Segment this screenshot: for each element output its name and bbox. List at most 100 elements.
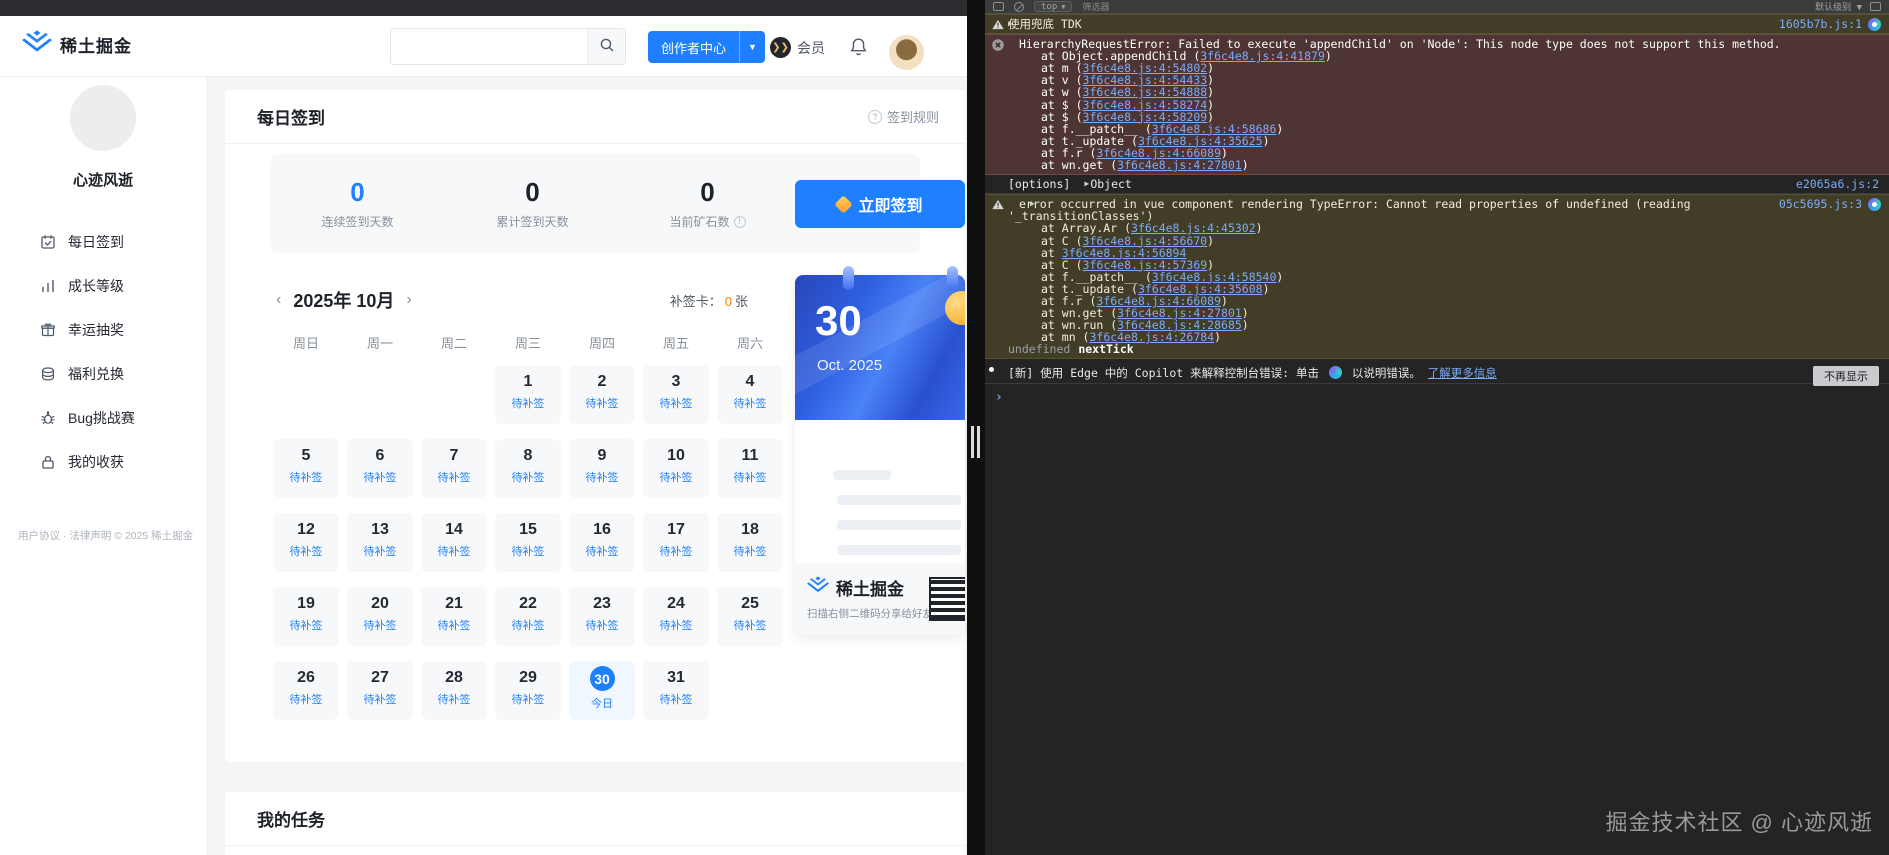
object-preview[interactable]: Object bbox=[1090, 177, 1132, 191]
calendar-day-cell[interactable]: 6 待补签 bbox=[347, 439, 413, 498]
sidebar-item-幸运抽奖[interactable]: 幸运抽奖 bbox=[0, 308, 206, 352]
today-day-number: 30 bbox=[590, 666, 615, 691]
day-number: 16 bbox=[569, 521, 635, 539]
console-source-link[interactable]: 05c5695.js:3 bbox=[1779, 198, 1862, 210]
weekday-label: 周六 bbox=[717, 333, 783, 352]
console-source-link[interactable]: 1605b7b.js:1 bbox=[1779, 18, 1862, 30]
sidebar-item-Bug挑战赛[interactable]: Bug挑战赛 bbox=[0, 396, 206, 440]
makeup-card-unit: 张 bbox=[735, 294, 748, 309]
learn-more-link[interactable]: 了解更多信息 bbox=[1428, 366, 1497, 380]
sidebar-footer-links[interactable]: 用户协议 · 法律声明 © 2025 稀土掘金 bbox=[18, 528, 196, 543]
log-level-selector[interactable]: 默认级别 ▼ bbox=[1815, 0, 1862, 13]
calendar-day-cell[interactable]: 22待补签 bbox=[495, 587, 561, 646]
signin-stat: 0累计签到天数 bbox=[445, 177, 620, 230]
day-status-label: 待补签 bbox=[495, 469, 561, 485]
copilot-explain-icon[interactable] bbox=[1868, 18, 1881, 31]
devtools-console-pane: top ▼ 筛选器 默认级别 ▼ ▶使用兜底 TDK1605b7b.js:1Hi… bbox=[985, 0, 1889, 855]
day-number: 3 bbox=[643, 373, 709, 391]
creator-center-label[interactable]: 创作者中心 bbox=[648, 31, 739, 63]
stack-frame-text: ) bbox=[1214, 330, 1221, 344]
expand-arrow-icon[interactable]: ▶ bbox=[1084, 178, 1089, 190]
creator-center-dropdown[interactable]: ▼ bbox=[739, 31, 765, 63]
calendar-day-today[interactable]: 30今日 bbox=[569, 661, 635, 720]
day-number: 1 bbox=[495, 373, 561, 391]
search-button[interactable] bbox=[587, 29, 625, 64]
juejin-logo[interactable]: 稀土掘金 bbox=[22, 30, 132, 59]
sidebar-item-每日签到[interactable]: 每日签到 bbox=[0, 220, 206, 264]
sidebar-item-label: Bug挑战赛 bbox=[68, 408, 135, 428]
calendar-day-cell[interactable]: 7待补签 bbox=[421, 439, 487, 498]
calendar-day-cell[interactable]: 9待补签 bbox=[569, 439, 635, 498]
calendar-day-cell[interactable]: 23待补签 bbox=[569, 587, 635, 646]
signin-now-button[interactable]: 立即签到 bbox=[795, 180, 965, 228]
calendar-day-cell[interactable]: 3待补签 bbox=[643, 365, 709, 424]
calendar-day-cell[interactable]: 12待补签 bbox=[273, 513, 339, 572]
settings-icon[interactable] bbox=[1870, 2, 1881, 11]
weekday-label: 周日 bbox=[273, 333, 339, 352]
calendar-empty-cell bbox=[273, 365, 339, 424]
calendar-day-cell[interactable]: 8待补签 bbox=[495, 439, 561, 498]
day-status-label: 待补签 bbox=[495, 543, 561, 559]
next-tick-label: nextTick bbox=[1078, 342, 1133, 356]
stat-label: 连续签到天数 bbox=[270, 213, 445, 230]
console-prompt[interactable]: › bbox=[985, 384, 1889, 404]
calendar-day-cell[interactable]: 29待补签 bbox=[495, 661, 561, 720]
calendar-day-cell[interactable]: 19待补签 bbox=[273, 587, 339, 646]
sidebar-item-我的收获[interactable]: 我的收获 bbox=[0, 440, 206, 484]
calendar-day-cell[interactable]: 17待补签 bbox=[643, 513, 709, 572]
calendar-day-cell[interactable]: 4待补签 bbox=[717, 365, 783, 424]
expand-arrow-icon[interactable]: ▶ bbox=[1008, 18, 1013, 30]
sidebar-item-成长等级[interactable]: 成长等级 bbox=[0, 264, 206, 308]
day-number: 27 bbox=[347, 669, 413, 687]
user-avatar[interactable] bbox=[889, 35, 924, 70]
console-warning-entry: ▶使用兜底 TDK1605b7b.js:1 bbox=[985, 14, 1889, 34]
calendar-prev-icon[interactable]: ‹ bbox=[270, 291, 287, 309]
source-file-link[interactable]: 3f6c4e8.js:4:27801 bbox=[1117, 158, 1242, 172]
calendar-day-cell[interactable]: 13待补签 bbox=[347, 513, 413, 572]
expand-arrow-icon[interactable]: ▶ bbox=[1019, 198, 1035, 210]
calendar-day-cell[interactable]: 24待补签 bbox=[643, 587, 709, 646]
calendar-next-icon[interactable]: › bbox=[400, 291, 417, 309]
clear-console-icon[interactable] bbox=[1014, 2, 1024, 12]
day-number: 21 bbox=[421, 595, 487, 613]
calendar-day-cell[interactable]: 18待补签 bbox=[717, 513, 783, 572]
day-status-label: 待补签 bbox=[347, 469, 413, 485]
search-input[interactable] bbox=[391, 29, 587, 64]
stack-frame-text: ) bbox=[1263, 282, 1270, 296]
console-source-link[interactable]: e2065a6.js:2 bbox=[1796, 178, 1879, 190]
copilot-explain-icon[interactable] bbox=[1329, 366, 1342, 379]
calendar-day-cell[interactable]: 27待补签 bbox=[347, 661, 413, 720]
filter-input[interactable]: 筛选器 bbox=[1082, 0, 1109, 13]
notification-bell-icon[interactable] bbox=[849, 37, 868, 62]
calendar-day-cell[interactable]: 16待补签 bbox=[569, 513, 635, 572]
weekday-label: 周二 bbox=[421, 333, 487, 352]
context-selector[interactable]: top ▼ bbox=[1034, 1, 1072, 12]
splitter-drag-handle[interactable] bbox=[971, 426, 980, 458]
warning-triangle-icon bbox=[992, 19, 1004, 32]
calendar-day-cell[interactable]: 20待补签 bbox=[347, 587, 413, 646]
warning-tail-line: undefinednextTick bbox=[1008, 343, 1881, 355]
sidebar-item-福利兑换[interactable]: 福利兑换 bbox=[0, 352, 206, 396]
calendar-day-cell[interactable]: 31待补签 bbox=[643, 661, 709, 720]
calendar-day-cell[interactable]: 1待补签 bbox=[495, 365, 561, 424]
calendar-day-cell[interactable]: 15待补签 bbox=[495, 513, 561, 572]
signin-rules-link[interactable]: ? 签到规则 bbox=[868, 107, 939, 126]
console-panel-icon[interactable] bbox=[993, 2, 1004, 11]
juejin-logo-icon bbox=[22, 30, 52, 59]
calendar-day-cell[interactable]: 5待补签 bbox=[273, 439, 339, 498]
calendar-day-cell[interactable]: 2待补签 bbox=[569, 365, 635, 424]
member-link[interactable]: ❯❯ 会员 bbox=[770, 37, 825, 58]
log-label-text: [options] bbox=[1008, 177, 1070, 191]
calendar-day-cell[interactable]: 10待补签 bbox=[643, 439, 709, 498]
day-number: 6 bbox=[347, 447, 413, 465]
placeholder-bar bbox=[837, 545, 961, 555]
info-circle-icon[interactable]: ! bbox=[734, 216, 746, 228]
profile-avatar[interactable] bbox=[70, 85, 136, 151]
calendar-day-cell[interactable]: 14待补签 bbox=[421, 513, 487, 572]
calendar-day-cell[interactable]: 21待补签 bbox=[421, 587, 487, 646]
calendar-day-cell[interactable]: 11待补签 bbox=[717, 439, 783, 498]
calendar-day-cell[interactable]: 28待补签 bbox=[421, 661, 487, 720]
source-file-link[interactable]: 3f6c4e8.js:4:41879 bbox=[1200, 49, 1325, 63]
calendar-day-cell[interactable]: 25待补签 bbox=[717, 587, 783, 646]
calendar-day-cell[interactable]: 26待补签 bbox=[273, 661, 339, 720]
